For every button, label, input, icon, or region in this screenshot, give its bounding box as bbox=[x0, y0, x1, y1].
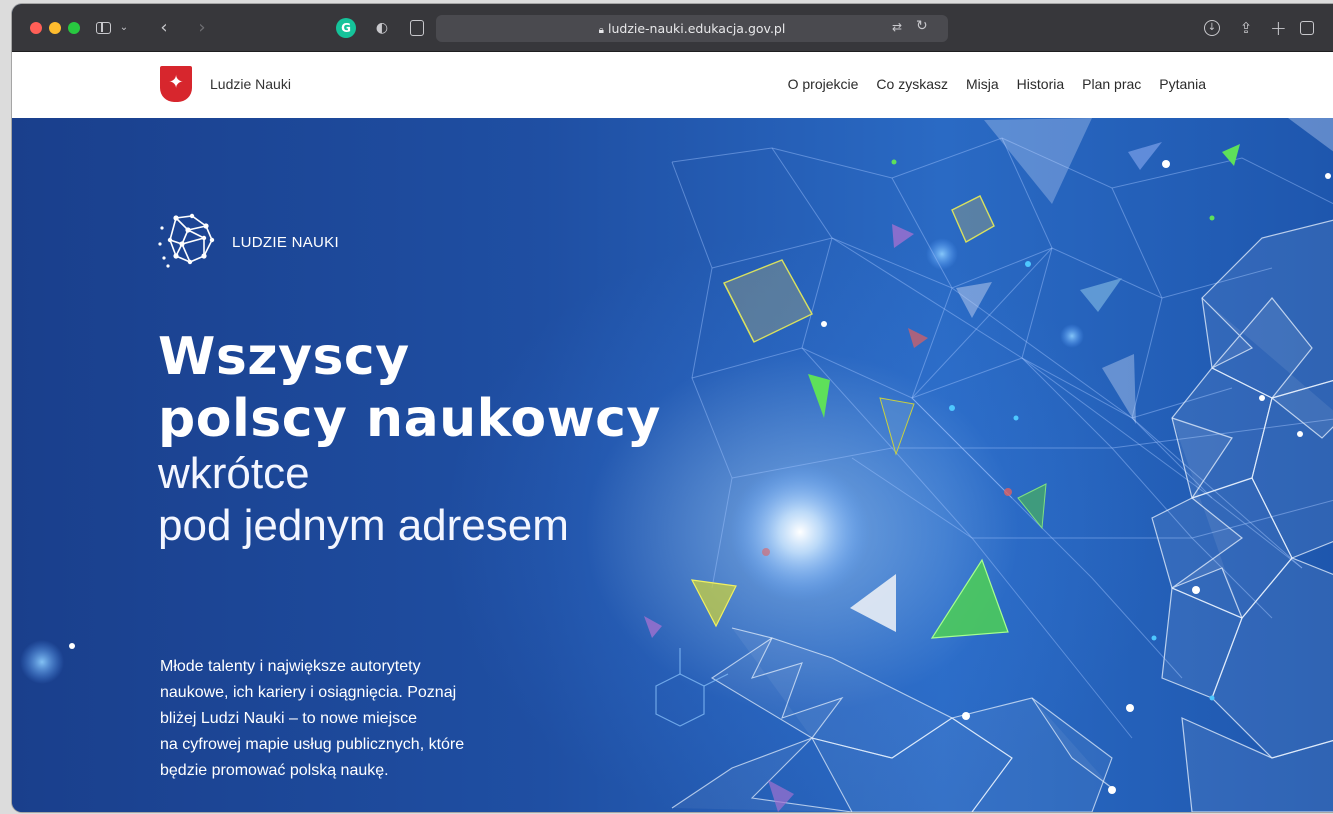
nav-item-o-projekcie[interactable]: O projekcie bbox=[788, 76, 859, 92]
download-icon[interactable]: ↓ bbox=[1204, 17, 1222, 39]
sidebar-icon[interactable] bbox=[96, 17, 114, 39]
hero-section: LUDZIE NAUKI Wszyscy polscy naukowcy wkr… bbox=[12, 118, 1333, 812]
close-window-button[interactable] bbox=[30, 22, 42, 34]
new-tab-icon[interactable]: + bbox=[1270, 17, 1287, 39]
forward-icon[interactable]: › bbox=[194, 17, 210, 39]
ludzie-nauki-logo bbox=[158, 213, 215, 268]
privacy-shield-icon[interactable]: ◐ bbox=[374, 17, 390, 39]
description-line: będzie promować polską naukę. bbox=[160, 762, 389, 779]
nav-item-misja[interactable]: Misja bbox=[966, 76, 999, 92]
nav-item-co-zyskasz[interactable]: Co zyskasz bbox=[876, 76, 948, 92]
poland-emblem-icon[interactable]: ✦ bbox=[160, 66, 192, 102]
chevron-down-icon[interactable]: ⌄ bbox=[118, 17, 130, 39]
share-icon[interactable]: ⇪ bbox=[1238, 17, 1254, 39]
zoom-window-button[interactable] bbox=[68, 22, 80, 34]
headline-line-2: polscy naukowcy bbox=[158, 389, 661, 449]
browser-toolbar: ⌄ ‹ › G ◐ 🔒︎ ludzie-nauki.edukacja.gov.pl… bbox=[12, 4, 1333, 52]
description-line: Młode talenty i największe autorytety bbox=[160, 658, 421, 675]
description-line: bliżej Ludzi Nauki – to nowe miejsce bbox=[160, 710, 418, 727]
hero-description: Młode talenty i największe autorytety na… bbox=[160, 654, 560, 784]
headline-line-4: pod jednym adresem bbox=[158, 501, 569, 550]
tab-overview-icon[interactable] bbox=[1300, 17, 1318, 39]
nav-item-pytania[interactable]: Pytania bbox=[1159, 76, 1206, 92]
headline-line-3: wkrótce bbox=[158, 449, 310, 498]
grammarly-icon[interactable]: G bbox=[336, 18, 356, 38]
main-nav: O projekcie Co zyskasz Misja Historia Pl… bbox=[788, 76, 1206, 92]
address-bar[interactable]: 🔒︎ ludzie-nauki.edukacja.gov.pl bbox=[436, 15, 948, 42]
description-line: naukowe, ich kariery i osiągnięcia. Pozn… bbox=[160, 684, 457, 701]
nav-item-historia[interactable]: Historia bbox=[1017, 76, 1064, 92]
minimize-window-button[interactable] bbox=[49, 22, 61, 34]
site-name-link[interactable]: Ludzie Nauki bbox=[210, 76, 291, 92]
nav-item-plan-prac[interactable]: Plan prac bbox=[1082, 76, 1141, 92]
site-header: ✦ Ludzie Nauki O projekcie Co zyskasz Mi… bbox=[12, 52, 1333, 118]
back-icon[interactable]: ‹ bbox=[156, 17, 172, 39]
reload-icon[interactable]: ↻ bbox=[916, 18, 928, 34]
lock-icon: 🔒︎ bbox=[598, 25, 604, 36]
url-text[interactable]: 🔒︎ ludzie-nauki.edukacja.gov.pl bbox=[436, 15, 948, 44]
browser-window: ⌄ ‹ › G ◐ 🔒︎ ludzie-nauki.edukacja.gov.pl… bbox=[12, 4, 1333, 812]
translate-icon[interactable]: ⇄ bbox=[892, 20, 902, 34]
reader-icon[interactable] bbox=[410, 20, 424, 36]
hero-headline: Wszyscy polscy naukowcy wkrótce pod jedn… bbox=[158, 326, 661, 552]
description-line: na cyfrowej mapie usług publicznych, któ… bbox=[160, 736, 465, 753]
brand-label: LUDZIE NAUKI bbox=[232, 234, 339, 251]
headline-line-1: Wszyscy bbox=[158, 327, 410, 387]
